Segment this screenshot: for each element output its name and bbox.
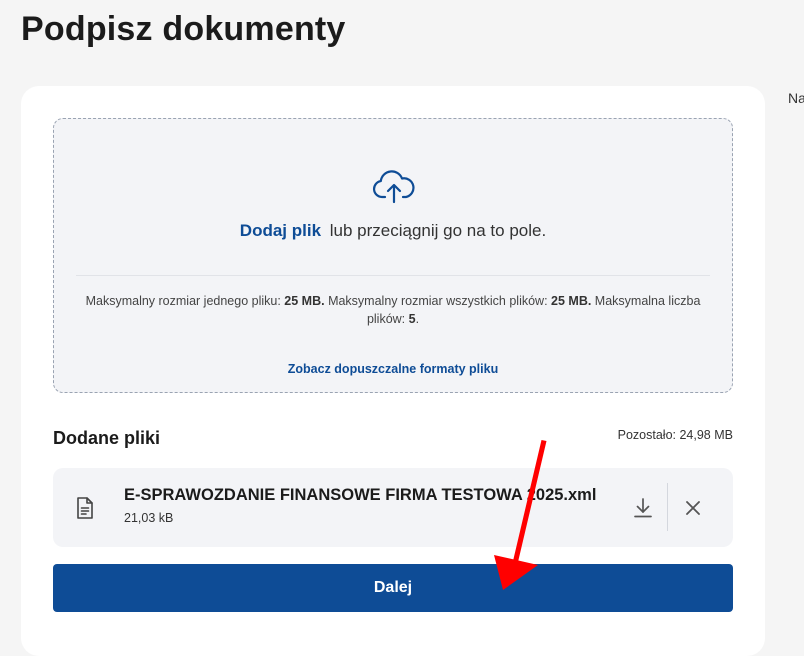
dropzone-divider	[76, 275, 710, 276]
limit-single-size: 25 MB.	[284, 294, 325, 308]
sign-documents-card: Dodaj plik lub przeciągnij go na to pole…	[21, 86, 765, 656]
action-separator	[667, 483, 668, 531]
limit-max-files: 5	[408, 312, 416, 326]
remove-file-icon[interactable]	[683, 498, 703, 518]
cloud-upload-icon	[372, 170, 415, 204]
upload-limits-text: Maksymalny rozmiar jednego pliku: 25 MB.…	[78, 292, 708, 328]
side-panel-text: Na	[788, 90, 804, 106]
remaining-space: Pozostało: 24,98 MB	[617, 428, 733, 442]
file-size: 21,03 kB	[124, 511, 174, 525]
allowed-formats-link[interactable]: Zobacz dopuszczalne formaty pliku	[54, 362, 732, 376]
limits-text-part: Maksymalny rozmiar wszystkich plików:	[324, 294, 552, 308]
add-file-link[interactable]: Dodaj plik	[240, 221, 321, 240]
limit-total-size: 25 MB.	[551, 294, 592, 308]
file-list-item: E-SPRAWOZDANIE FINANSOWE FIRMA TESTOWA 2…	[53, 468, 733, 547]
file-dropzone[interactable]: Dodaj plik lub przeciągnij go na to pole…	[53, 118, 733, 393]
page-title: Podpisz dokumenty	[21, 10, 346, 48]
file-name: E-SPRAWOZDANIE FINANSOWE FIRMA TESTOWA 2…	[124, 486, 597, 504]
drag-instruction-text: lub przeciągnij go na to pole.	[329, 221, 547, 240]
added-files-heading: Dodane pliki	[53, 428, 161, 448]
download-icon[interactable]	[631, 496, 655, 520]
next-button[interactable]: Dalej	[53, 564, 733, 612]
document-icon	[77, 497, 93, 519]
limits-text-part: Maksymalny rozmiar jednego pliku:	[85, 294, 285, 308]
dropzone-instruction: Dodaj plik lub przeciągnij go na to pole…	[54, 221, 732, 241]
limits-text-part: .	[415, 312, 420, 326]
